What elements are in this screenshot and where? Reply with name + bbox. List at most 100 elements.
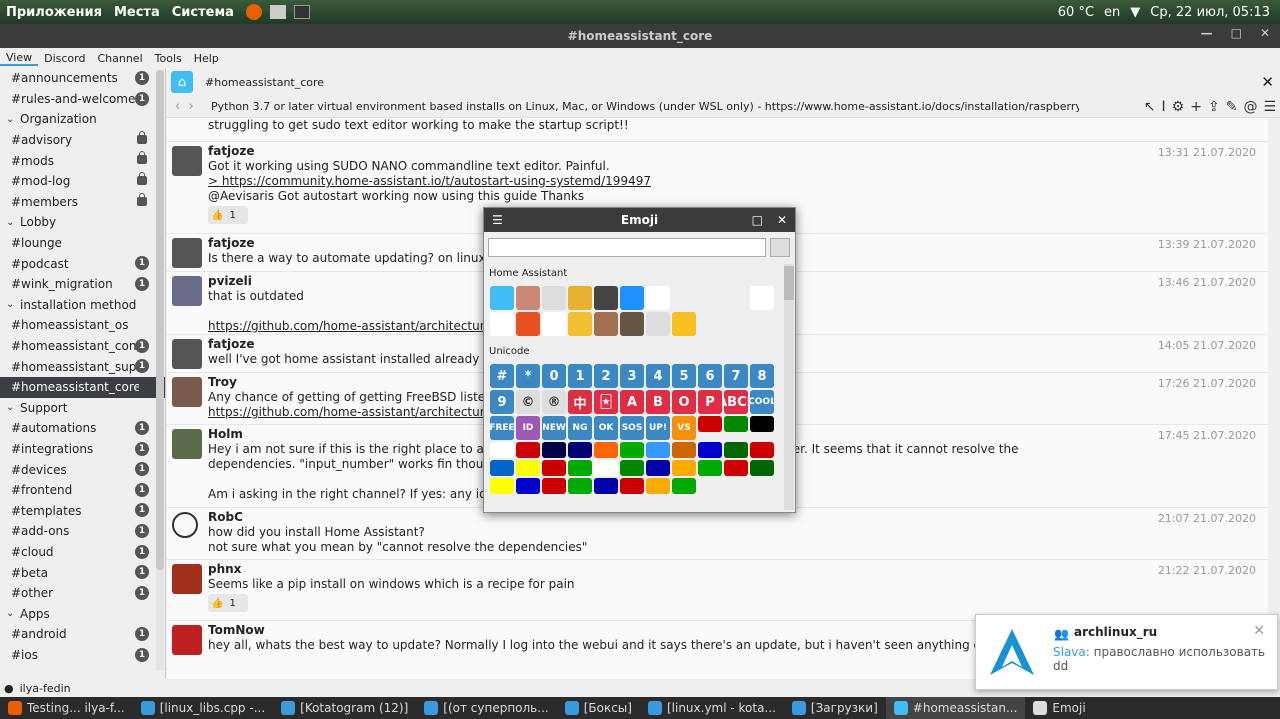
unicode-emoji[interactable]: ID bbox=[516, 416, 540, 440]
flag-emoji[interactable] bbox=[542, 460, 566, 476]
emoji-scrollbar[interactable] bbox=[784, 264, 794, 510]
menu-icon[interactable]: ☰ bbox=[492, 213, 503, 227]
sidebar-channel[interactable]: #homeassistant_supervised1 bbox=[0, 356, 165, 377]
message-author[interactable]: Holm bbox=[208, 427, 243, 441]
flag-emoji[interactable] bbox=[698, 416, 722, 432]
minimize-icon[interactable]: — bbox=[1201, 26, 1213, 40]
unicode-emoji[interactable]: 6 bbox=[698, 364, 722, 388]
message-author[interactable]: TomNow bbox=[208, 623, 265, 637]
flag-emoji[interactable] bbox=[724, 442, 748, 458]
ha-emoji[interactable] bbox=[672, 286, 696, 310]
sidebar-channel[interactable]: #lounge bbox=[0, 233, 165, 254]
flag-emoji[interactable] bbox=[672, 442, 696, 458]
avatar[interactable] bbox=[172, 625, 202, 655]
flag-emoji[interactable] bbox=[620, 442, 644, 458]
flag-emoji[interactable] bbox=[490, 460, 514, 476]
emoji-search-input[interactable] bbox=[488, 238, 766, 257]
unicode-emoji[interactable]: 9 bbox=[490, 390, 514, 414]
sidebar-channel[interactable]: #members bbox=[0, 192, 165, 213]
message-author[interactable]: pvizeli bbox=[208, 274, 252, 288]
unicode-emoji[interactable]: 8 bbox=[750, 364, 774, 388]
flag-emoji[interactable] bbox=[620, 478, 644, 494]
unicode-emoji[interactable]: B bbox=[646, 390, 670, 414]
menu-view[interactable]: View bbox=[0, 51, 39, 66]
taskbar-item[interactable]: [Боксы] bbox=[557, 697, 640, 719]
unicode-emoji[interactable]: NG bbox=[568, 416, 592, 440]
flag-emoji[interactable] bbox=[646, 478, 670, 494]
unicode-emoji[interactable]: 2 bbox=[594, 364, 618, 388]
ha-emoji[interactable] bbox=[516, 312, 540, 336]
taskbar-item[interactable]: [linux.yml - kota... bbox=[640, 697, 784, 719]
taskbar-item[interactable]: [linux_libs.cpp -... bbox=[133, 697, 273, 719]
sidebar-channel[interactable]: #beta 1 bbox=[0, 562, 165, 583]
text-cursor-icon[interactable]: I bbox=[1162, 99, 1166, 115]
sidebar-category[interactable]: ⌄ Support bbox=[0, 398, 165, 419]
sidebar-channel[interactable]: #mod-log bbox=[0, 171, 165, 192]
unicode-emoji[interactable]: 3 bbox=[620, 364, 644, 388]
ha-emoji[interactable] bbox=[542, 286, 566, 310]
ha-emoji[interactable] bbox=[672, 312, 696, 336]
unicode-emoji[interactable]: P bbox=[698, 390, 722, 414]
ha-emoji[interactable] bbox=[490, 286, 514, 310]
unicode-emoji[interactable]: FREE bbox=[490, 416, 514, 440]
reaction[interactable]: 👍 1 bbox=[208, 594, 248, 612]
flag-emoji[interactable] bbox=[594, 442, 618, 458]
lang-indicator[interactable]: en bbox=[1104, 5, 1120, 20]
pointer-icon[interactable]: ↖ bbox=[1144, 99, 1156, 115]
sidebar-channel[interactable]: #other 1 bbox=[0, 583, 165, 604]
unicode-emoji[interactable]: O bbox=[672, 390, 696, 414]
at-icon[interactable]: @ bbox=[1243, 99, 1257, 115]
flag-emoji[interactable] bbox=[594, 478, 618, 494]
ha-emoji[interactable] bbox=[724, 286, 748, 310]
sidebar-channel[interactable]: #homeassistant_os bbox=[0, 315, 165, 336]
sidebar-channel[interactable]: #android 1 bbox=[0, 624, 165, 645]
sidebar-channel[interactable]: #homeassistant_container1 bbox=[0, 336, 165, 357]
pin-icon[interactable]: ✎ bbox=[1226, 99, 1238, 115]
ha-emoji[interactable] bbox=[516, 286, 540, 310]
unicode-emoji[interactable]: COOL bbox=[750, 390, 774, 414]
unicode-emoji[interactable]: © bbox=[516, 390, 540, 414]
flag-emoji[interactable] bbox=[646, 442, 670, 458]
flag-emoji[interactable] bbox=[724, 416, 748, 432]
menu-channel[interactable]: Channel bbox=[91, 52, 148, 65]
reaction[interactable]: 👍 1 bbox=[208, 206, 248, 224]
sidebar-category[interactable]: ⌄ Apps bbox=[0, 603, 165, 624]
close-tab-icon[interactable]: ✕ bbox=[1261, 73, 1280, 91]
ha-emoji[interactable] bbox=[542, 312, 566, 336]
sidebar-category[interactable]: ⌄ Organization bbox=[0, 109, 165, 130]
flag-emoji[interactable] bbox=[750, 416, 774, 432]
chat-scrollbar[interactable] bbox=[1268, 118, 1280, 679]
wifi-icon[interactable]: ▼ bbox=[1130, 5, 1140, 20]
taskbar-item[interactable]: #homeassistan... bbox=[885, 697, 1026, 719]
menu-discord[interactable]: Discord bbox=[38, 52, 91, 65]
gear-icon[interactable]: ⚙ bbox=[1172, 99, 1185, 115]
flag-emoji[interactable] bbox=[672, 478, 696, 494]
plus-icon[interactable]: + bbox=[1190, 99, 1202, 115]
sidebar-channel[interactable]: #rules-and-welcome 1 bbox=[0, 89, 165, 110]
menu-tools[interactable]: Tools bbox=[149, 52, 188, 65]
ha-emoji[interactable] bbox=[620, 286, 644, 310]
ha-emoji[interactable] bbox=[568, 312, 592, 336]
ha-emoji[interactable] bbox=[594, 312, 618, 336]
flag-emoji[interactable] bbox=[542, 442, 566, 458]
sidebar-channel[interactable]: #frontend 1 bbox=[0, 480, 165, 501]
unicode-emoji[interactable]: A bbox=[620, 390, 644, 414]
message-author[interactable]: fatjoze bbox=[208, 236, 255, 250]
sidebar-channel[interactable]: #podcast 1 bbox=[0, 253, 165, 274]
unicode-emoji[interactable]: 4 bbox=[646, 364, 670, 388]
sidebar-channel[interactable]: #add-ons 1 bbox=[0, 521, 165, 542]
unicode-emoji[interactable]: NEW bbox=[542, 416, 566, 440]
notification[interactable]: 👥 archlinux_ru ✕ Slava: православно испо… bbox=[975, 614, 1278, 690]
taskbar-item[interactable]: [Kotatogram (12)] bbox=[273, 697, 416, 719]
unicode-emoji[interactable]: # bbox=[490, 364, 514, 388]
unicode-emoji[interactable]: ABCL bbox=[724, 390, 748, 414]
firefox-icon[interactable] bbox=[245, 4, 262, 20]
flag-emoji[interactable] bbox=[516, 442, 540, 458]
sidebar-channel[interactable]: #homeassistant_core bbox=[0, 376, 165, 398]
flag-emoji[interactable] bbox=[568, 478, 592, 494]
unicode-emoji[interactable]: VS bbox=[672, 416, 696, 440]
sidebar-channel[interactable]: #announcements 1 bbox=[0, 68, 165, 89]
avatar[interactable] bbox=[172, 429, 202, 459]
flag-emoji[interactable] bbox=[724, 460, 748, 476]
avatar[interactable] bbox=[172, 276, 202, 306]
